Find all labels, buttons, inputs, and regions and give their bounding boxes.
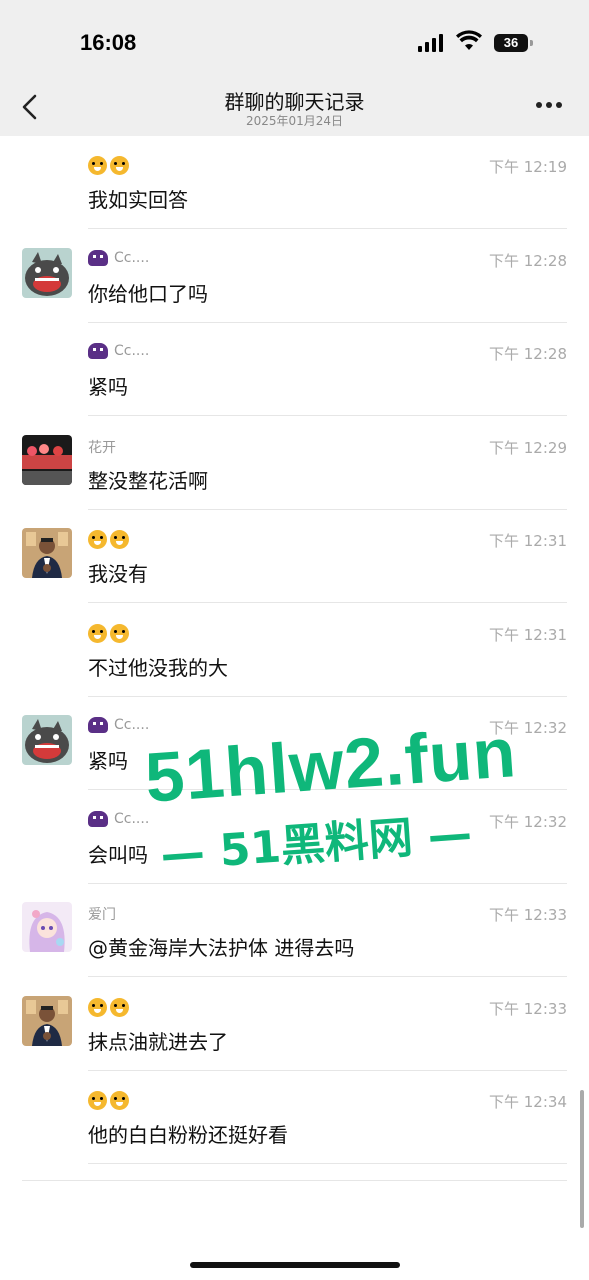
alien-emoji-icon (88, 343, 108, 359)
chat-message[interactable]: 下午 12:31 我没有 (0, 510, 589, 603)
message-text: 你给他口了吗 (88, 281, 208, 306)
sender-name (88, 530, 132, 549)
alien-emoji-icon (88, 717, 108, 733)
sender-name-text: Cc.... (114, 249, 150, 266)
sender-name-text: Cc.... (114, 343, 150, 359)
message-text: 抹点油就进去了 (88, 1029, 228, 1054)
message-time: 下午 12:28 (489, 251, 567, 270)
sender-name-text: 爱门 (88, 907, 116, 923)
divider (88, 1163, 567, 1164)
message-time: 下午 12:33 (489, 999, 567, 1018)
message-time: 下午 12:31 (489, 625, 567, 644)
message-text: 紧吗 (88, 375, 128, 399)
page-title: 群聊的聊天记录 (224, 90, 365, 114)
message-time: 下午 12:34 (489, 1093, 567, 1111)
message-text: 他的白白粉粉还挺好看 (88, 1123, 288, 1147)
sender-name: Cc.... (88, 249, 150, 266)
page-subtitle-date: 2025年01月24日 (245, 114, 344, 128)
avatar[interactable] (22, 902, 72, 952)
alien-emoji-icon (88, 810, 108, 827)
scrollbar[interactable] (580, 1090, 584, 1228)
sender-name (88, 623, 132, 643)
chat-message[interactable]: 下午 12:31 不过他没我的大 (0, 604, 589, 697)
message-time: 下午 12:33 (489, 906, 567, 924)
more-options-icon[interactable] (536, 102, 564, 112)
tiger-emoji-icon (110, 1091, 129, 1110)
message-time: 下午 12:32 (489, 812, 567, 831)
divider (22, 1180, 567, 1181)
alien-emoji-icon (88, 249, 108, 266)
sender-name-text: Cc.... (114, 717, 150, 733)
tiger-emoji-icon (88, 1091, 107, 1110)
battery-icon: 36 (494, 34, 533, 52)
tiger-emoji-icon (88, 530, 107, 549)
avatar[interactable] (22, 434, 72, 485)
nav-bar: 群聊的聊天记录 2025年01月24日 (0, 80, 589, 136)
tiger-emoji-icon (110, 156, 129, 175)
sender-name-text: 花开 (88, 439, 116, 456)
chat-message[interactable]: 爱门 下午 12:33 @黄金海岸大法护体 进得去吗 (0, 884, 589, 977)
tiger-emoji-icon (88, 156, 107, 175)
tiger-emoji-icon (88, 623, 107, 643)
chat-message[interactable]: Cc.... 下午 12:28 紧吗 (0, 323, 589, 416)
chat-message[interactable]: 花开 下午 12:29 整没整花活啊 (0, 417, 589, 510)
avatar[interactable] (22, 247, 72, 298)
chat-message[interactable]: Cc.... 下午 12:28 你给他口了吗 (0, 230, 589, 323)
message-text: 我如实回答 (88, 188, 188, 212)
message-time: 下午 12:31 (489, 532, 567, 550)
message-text: 会叫吗 (88, 842, 148, 867)
wifi-icon (456, 30, 482, 50)
message-time: 下午 12:29 (489, 438, 567, 457)
message-text: 不过他没我的大 (88, 655, 228, 680)
cellular-signal-icon (418, 34, 448, 52)
message-text: 整没整花活啊 (88, 468, 208, 493)
avatar[interactable] (22, 715, 72, 765)
tiger-emoji-icon (110, 997, 129, 1017)
message-time: 下午 12:19 (489, 158, 567, 176)
status-time: 16:08 (80, 30, 137, 55)
message-time: 下午 12:28 (489, 345, 567, 363)
tiger-emoji-icon (110, 623, 129, 643)
sender-name (88, 997, 132, 1017)
status-bar: 16:08 36 (0, 0, 589, 80)
sender-name: Cc.... (88, 343, 149, 359)
message-text: @黄金海岸大法护体 进得去吗 (88, 936, 355, 960)
sender-name: Cc.... (88, 810, 150, 827)
message-text: 我没有 (88, 562, 148, 586)
chat-message[interactable]: 下午 12:19 我如实回答 (0, 136, 589, 229)
home-indicator (190, 1262, 400, 1268)
sender-name: Cc.... (88, 717, 149, 733)
sender-name: 爱门 (88, 904, 116, 924)
chat-message[interactable]: 下午 12:34 他的白白粉粉还挺好看 (0, 1071, 589, 1164)
message-text: 紧吗 (88, 749, 128, 773)
sender-name-text: Cc.... (114, 810, 150, 827)
sender-name (88, 156, 132, 175)
sender-name: 花开 (88, 437, 116, 457)
tiger-emoji-icon (110, 530, 129, 549)
tiger-emoji-icon (88, 997, 107, 1017)
sender-name (88, 1091, 132, 1110)
chat-message[interactable]: 下午 12:33 抹点油就进去了 (0, 978, 589, 1071)
avatar[interactable] (22, 995, 72, 1046)
avatar[interactable] (22, 528, 72, 578)
